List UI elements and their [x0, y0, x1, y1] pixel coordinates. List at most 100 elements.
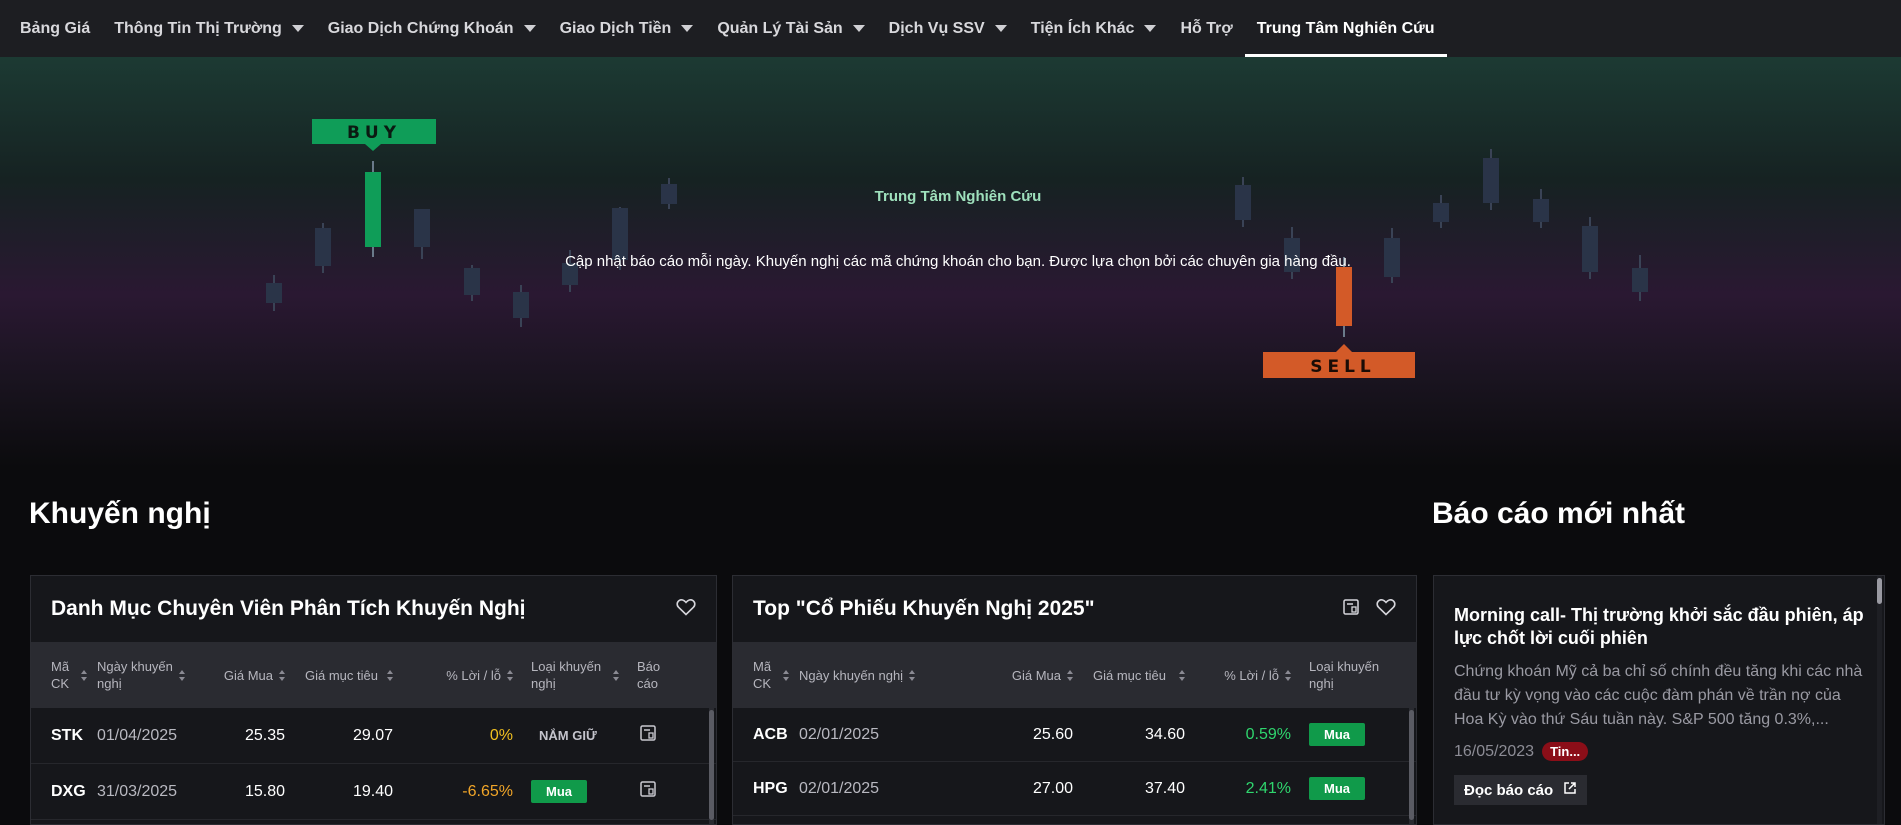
target-price-cell: 37.40: [1144, 779, 1185, 797]
hold-badge: NẮM GIỮ: [539, 727, 597, 743]
table-header: Mã CK Ngày khuyến nghị Giá Mua Giá mục t…: [31, 642, 716, 708]
recommendation-type-cell: NẮM GIỮ: [513, 727, 627, 745]
nav-item-3[interactable]: Giao Dịch Tiền: [548, 0, 706, 57]
table-row[interactable]: ACB 02/01/2025 25.60 34.60 0.59% Mua: [733, 708, 1416, 762]
pnl-cell: -6.65%: [462, 782, 513, 800]
report-cell[interactable]: [627, 780, 687, 803]
candle-body: [464, 268, 480, 295]
nav-item-0[interactable]: Bảng Giá: [8, 0, 102, 57]
report-excerpt: Chứng khoán Mỹ cả ba chỉ số chính đều tă…: [1454, 663, 1863, 728]
date-cell: 02/01/2025: [799, 725, 880, 743]
chevron-down-icon: [994, 25, 1007, 32]
buy-candle-body: [365, 172, 381, 247]
scrollbar-thumb[interactable]: [1409, 710, 1414, 820]
nav-item-1[interactable]: Thông Tin Thị Trường: [102, 0, 316, 57]
recommendation-type-cell: Mua: [513, 780, 627, 803]
candle-body: [414, 209, 430, 247]
heart-icon[interactable]: [676, 598, 696, 621]
date-cell: 02/01/2025: [799, 779, 880, 797]
candle-body: [1433, 203, 1449, 222]
nav-item-8[interactable]: Trung Tâm Nghiên Cứu: [1244, 0, 1447, 57]
hero-subtitle: Cập nhật báo cáo mỗi ngày. Khuyến nghị c…: [565, 253, 1351, 270]
scrollbar[interactable]: [1877, 576, 1882, 824]
chevron-down-icon: [523, 25, 536, 32]
col-pnl[interactable]: % Lời / lỗ: [393, 667, 513, 684]
col-report: Báo cáo: [637, 659, 661, 691]
report-meta: 16/05/2023 Tin...: [1454, 742, 1864, 761]
report-date: 16/05/2023: [1454, 742, 1535, 760]
pnl-cell: 0.59%: [1245, 725, 1291, 743]
card-header: Danh Mục Chuyên Viên Phân Tích Khuyến Ng…: [31, 576, 716, 642]
candle-body: [266, 283, 282, 303]
pnl-cell: 2.41%: [1245, 779, 1291, 797]
candle-body: [1632, 268, 1648, 292]
scrollbar-thumb[interactable]: [709, 710, 714, 820]
table-row[interactable]: DXG 31/03/2025 15.80 19.40 -6.65% Mua: [31, 764, 716, 820]
buy-price-cell: 25.60: [1032, 725, 1073, 743]
top-nav: Bảng Giá Thông Tin Thị Trường Giao Dịch Ch…: [0, 0, 1901, 57]
date-cell: 31/03/2025: [97, 782, 178, 800]
report-icon[interactable]: [1342, 598, 1360, 621]
top-stocks-2025-card: Top "Cổ Phiếu Khuyến Nghị 2025" Mã CK Ng…: [732, 575, 1417, 825]
nav-item-5[interactable]: Dịch Vụ SSV: [877, 0, 1019, 57]
buy-badge: Mua: [1309, 723, 1365, 746]
buy-label: BUY: [347, 123, 401, 143]
analyst-recommendations-card: Danh Mục Chuyên Viên Phân Tích Khuyến Ng…: [30, 575, 717, 825]
symbol-cell[interactable]: STK: [31, 727, 97, 745]
table-row[interactable]: STK 01/04/2025 25.35 29.07 0% NẮM GIỮ: [31, 708, 716, 764]
col-target[interactable]: Giá mục tiêu: [1073, 667, 1185, 684]
report-title[interactable]: Morning call- Thị trường khởi sắc đầu ph…: [1454, 604, 1864, 650]
latest-report-card: Morning call- Thị trường khởi sắc đầu ph…: [1433, 575, 1885, 825]
buy-badge: Mua: [1309, 777, 1365, 800]
report-cell[interactable]: [627, 724, 687, 747]
nav-item-4[interactable]: Quản Lý Tài Sản: [705, 0, 876, 57]
card-header: Top "Cổ Phiếu Khuyến Nghị 2025": [733, 576, 1416, 642]
target-price-cell: 29.07: [352, 726, 393, 744]
chevron-down-icon: [681, 25, 694, 32]
col-type: Loại khuyến nghị: [1309, 659, 1380, 691]
recommendation-type-cell: Mua: [1291, 723, 1401, 746]
symbol-cell[interactable]: DXG: [31, 783, 97, 801]
col-buy-price[interactable]: Giá Mua: [989, 667, 1073, 684]
card-title: Top "Cổ Phiếu Khuyến Nghị 2025": [753, 597, 1095, 620]
symbol-cell[interactable]: HPG: [733, 780, 799, 798]
buy-price-cell: 25.35: [244, 726, 285, 744]
sell-candle-body: [1336, 267, 1352, 326]
table-row[interactable]: HPG 02/01/2025 27.00 37.40 2.41% Mua: [733, 762, 1416, 816]
scrollbar-thumb[interactable]: [1877, 578, 1882, 604]
buy-price-cell: 27.00: [1032, 779, 1073, 797]
buy-price-cell: 15.80: [244, 782, 285, 800]
chevron-down-icon: [291, 25, 304, 32]
nav-item-6[interactable]: Tiện Ích Khác: [1019, 0, 1169, 57]
heart-icon[interactable]: [1376, 598, 1396, 621]
hero-title: Trung Tâm Nghiên Cứu: [874, 188, 1042, 205]
date-cell: 01/04/2025: [97, 726, 178, 744]
report-tag: Tin...: [1542, 742, 1589, 761]
recommendations-heading: Khuyến nghị: [29, 497, 211, 530]
target-price-cell: 34.60: [1144, 725, 1185, 743]
col-symbol[interactable]: Mã CK: [733, 658, 799, 692]
col-date[interactable]: Ngày khuyến nghị: [799, 667, 989, 684]
col-type[interactable]: Loại khuyến nghị: [513, 658, 627, 692]
pnl-cell: 0%: [489, 726, 513, 744]
chevron-down-icon: [852, 25, 865, 32]
symbol-cell[interactable]: ACB: [733, 726, 799, 744]
candle-body: [513, 292, 529, 318]
col-buy-price[interactable]: Giá Mua: [197, 667, 285, 684]
chevron-down-icon: [1144, 25, 1157, 32]
nav-item-2[interactable]: Giao Dịch Chứng Khoán: [316, 0, 548, 57]
table-header: Mã CK Ngày khuyến nghị Giá Mua Giá mục t…: [733, 642, 1416, 708]
report-icon[interactable]: [639, 781, 657, 802]
buy-badge: Mua: [531, 780, 587, 803]
read-report-button[interactable]: Đọc báo cáo: [1454, 775, 1588, 805]
col-date[interactable]: Ngày khuyến nghị: [97, 658, 197, 692]
col-symbol[interactable]: Mã CK: [31, 658, 97, 692]
report-icon[interactable]: [639, 725, 657, 746]
nav-item-7[interactable]: Hỗ Trợ: [1168, 0, 1244, 57]
col-pnl[interactable]: % Lời / lỗ: [1185, 667, 1291, 684]
latest-reports-heading: Báo cáo mới nhất: [1432, 497, 1686, 530]
external-link-icon: [1563, 781, 1577, 799]
card-title: Danh Mục Chuyên Viên Phân Tích Khuyến Ng…: [51, 597, 526, 620]
col-target[interactable]: Giá mục tiêu: [285, 667, 393, 684]
recommendation-type-cell: Mua: [1291, 777, 1401, 800]
